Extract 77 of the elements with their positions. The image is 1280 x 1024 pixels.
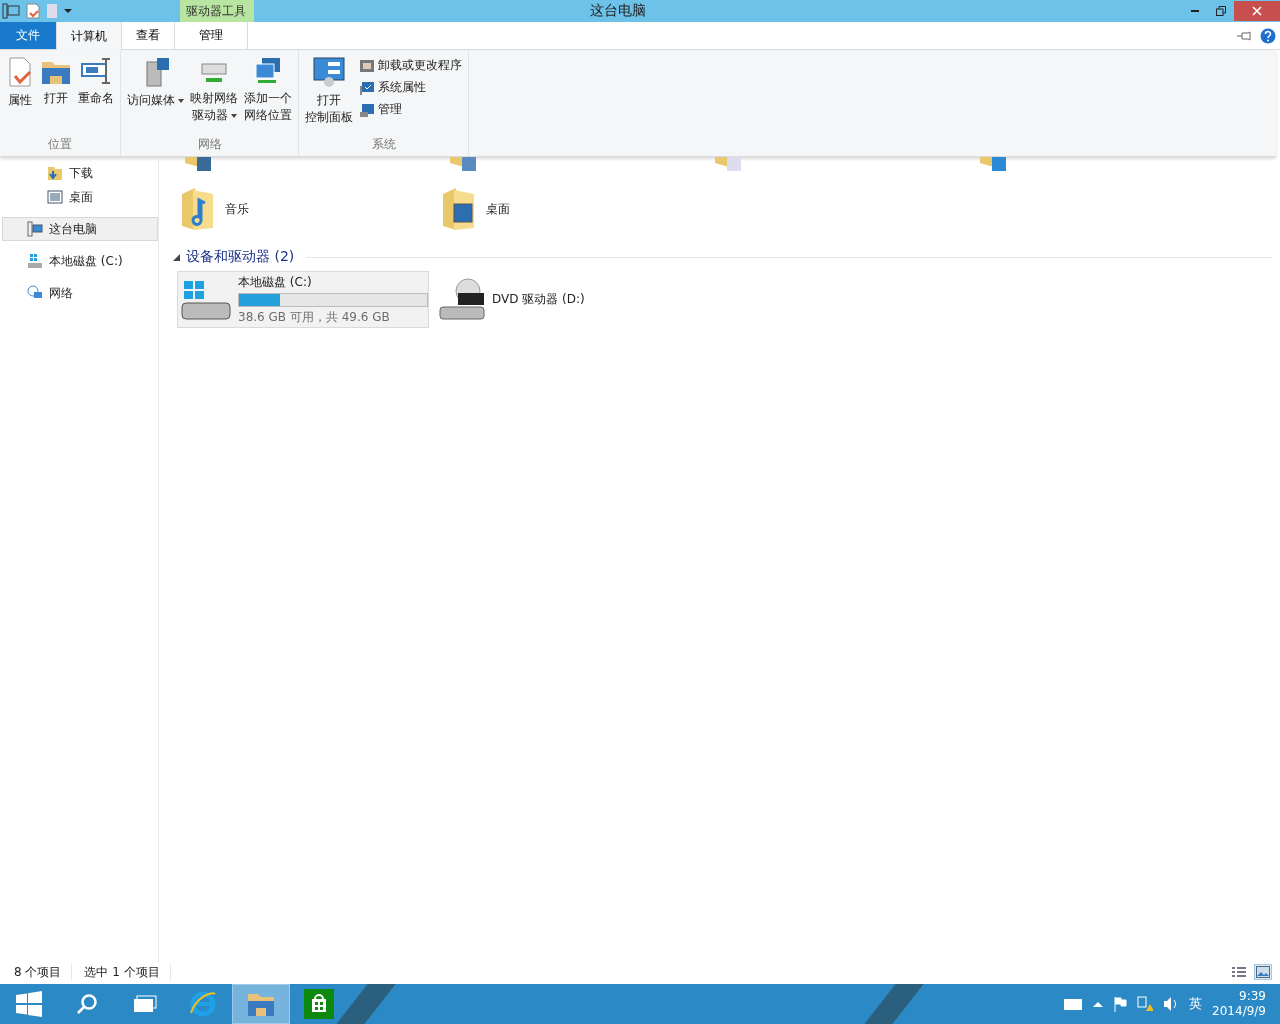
details-view-icon — [1232, 966, 1246, 978]
ribbon-tab[interactable]: 计算机 — [56, 22, 122, 50]
drive-name: 本地磁盘 (C:) — [238, 273, 313, 291]
program-icon — [359, 57, 375, 74]
caret-icon — [230, 113, 237, 118]
ribbon-button[interactable]: 重命名 — [76, 54, 116, 134]
drive-tile[interactable]: DVD 驱动器 (D:) — [435, 271, 687, 328]
nav-item[interactable]: 本地磁盘 (C:) — [2, 249, 158, 273]
document-check-icon[interactable] — [26, 3, 40, 19]
network-icon — [27, 285, 43, 301]
desktop-icon — [47, 189, 63, 205]
ribbon-button[interactable]: 属性 — [4, 54, 36, 134]
ribbon-button[interactable]: 管理 — [357, 100, 464, 119]
nav-item[interactable]: 桌面 — [2, 185, 158, 209]
nav-item[interactable]: 网络 — [2, 281, 158, 305]
caret-icon — [178, 98, 184, 103]
system-monitor-icon — [359, 79, 375, 96]
control-panel-icon — [312, 56, 346, 88]
windows-logo-icon — [16, 991, 42, 1017]
folder-icon — [713, 157, 743, 171]
drive-icon — [27, 253, 43, 269]
caret-icon[interactable] — [64, 8, 72, 14]
download-folder-icon — [47, 165, 63, 181]
large-icons-view-button[interactable] — [1254, 964, 1272, 980]
rename-field-icon — [80, 56, 112, 86]
ribbon-button[interactable]: 打开 控制面板 — [303, 54, 355, 134]
group-label: 网络 — [196, 136, 223, 153]
dvd-drive-icon — [438, 276, 486, 323]
folder-icon — [183, 157, 213, 171]
folder-label: 桌面 — [486, 200, 510, 218]
folder-icon — [440, 186, 476, 232]
details-view-button[interactable] — [1230, 964, 1248, 980]
input-method-indicator[interactable]: 英 — [1189, 995, 1203, 1013]
drive-name: DVD 驱动器 (D:) — [492, 291, 586, 308]
section-title: 设备和驱动器 (2) — [186, 248, 295, 266]
pin-icon[interactable] — [1236, 30, 1252, 41]
ribbon-button[interactable]: 卸载或更改程序 — [357, 56, 464, 75]
computer-icon[interactable] — [2, 3, 20, 19]
ribbon-button[interactable]: 系统属性 — [357, 78, 464, 97]
group-label: 系统 — [370, 136, 397, 153]
help-icon[interactable] — [1260, 27, 1276, 44]
file-tab[interactable]: 文件 — [0, 22, 56, 49]
nav-item[interactable]: 下载 — [2, 161, 158, 185]
search-icon — [76, 993, 98, 1015]
folder-icon — [448, 157, 478, 171]
folder-icon — [978, 157, 1008, 171]
collapse-toggle[interactable] — [173, 253, 180, 261]
selection-count: 选中 1 个项目 — [82, 963, 171, 981]
ribbon-button[interactable]: 映射网络 驱动器 — [188, 54, 240, 134]
browser-e-icon — [188, 989, 218, 1019]
restore-icon — [1216, 6, 1226, 16]
drive-space: 38.6 GB 可用，共 49.6 GB — [238, 308, 391, 326]
computer-icon — [27, 221, 43, 237]
flag-icon[interactable] — [1113, 996, 1128, 1012]
window-title: 这台电脑 — [589, 1, 647, 20]
network-warning-icon[interactable] — [1137, 996, 1154, 1012]
item-count: 8 个项目 — [12, 963, 73, 981]
computer-management-icon — [359, 101, 375, 118]
ribbon-button[interactable]: 打开 — [38, 54, 74, 134]
clock[interactable]: 9:39 2014/9/9 — [1212, 989, 1266, 1019]
minimize-icon — [1191, 10, 1199, 12]
ribbon-button[interactable]: 添加一个 网络位置 — [242, 54, 294, 134]
expanded-arrow-icon — [173, 253, 180, 261]
nav-item[interactable]: 这台电脑 — [2, 217, 158, 241]
task-view-icon — [133, 995, 157, 1013]
group-label: 位置 — [47, 136, 73, 153]
document-check-icon — [6, 56, 34, 88]
context-tab-group-label: 驱动器工具 — [180, 0, 254, 22]
ribbon-button[interactable]: 访问媒体 — [125, 54, 186, 134]
close-icon — [1252, 6, 1262, 16]
ribbon-tab[interactable]: 管理 — [174, 22, 248, 49]
large-icons-view-icon — [1256, 966, 1270, 978]
chevron-up-icon[interactable] — [1093, 1001, 1104, 1007]
store-bag-icon — [304, 989, 334, 1019]
folder-label: 音乐 — [225, 200, 249, 218]
drive-tile[interactable]: 本地磁盘 (C:) 38.6 GB 可用，共 49.6 GB — [177, 271, 429, 328]
folder-icon — [179, 186, 215, 232]
